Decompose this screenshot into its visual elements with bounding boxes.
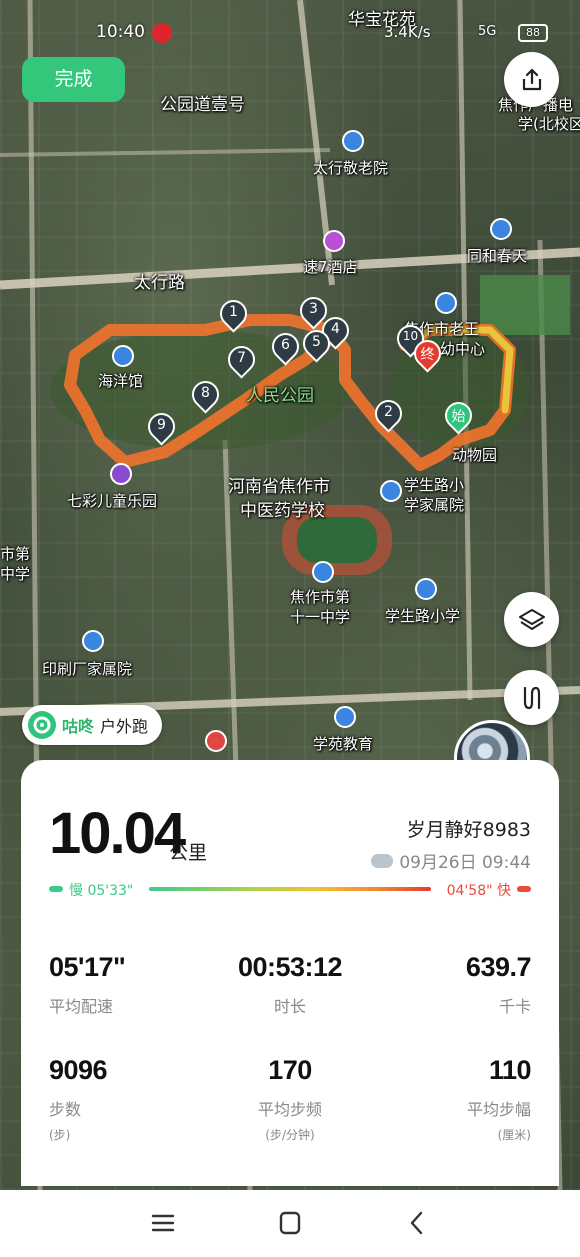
poi-playground-icon[interactable]	[110, 463, 132, 485]
share-icon	[522, 68, 541, 90]
username: 岁月静好8983	[406, 819, 531, 841]
home-icon[interactable]	[275, 1210, 305, 1236]
stat-label: 千卡	[498, 997, 531, 1016]
map-label-printing: 印刷厂家属院	[42, 660, 133, 678]
map-label-broadcast-2: 学(北校区	[518, 115, 580, 133]
slow-pace-swatch	[49, 886, 63, 892]
share-button[interactable]	[504, 52, 559, 107]
pace-fast-label: 04'58" 快	[446, 883, 511, 899]
brand-name: 咕咚	[62, 717, 95, 736]
map-label-xuesheng-primary: 学生路小学	[385, 607, 461, 625]
stat-label: 平均配速	[49, 997, 114, 1016]
stat-value: 170	[268, 1055, 312, 1085]
route-marker-1[interactable]: 1	[214, 294, 253, 334]
stat-value: 05'17"	[49, 952, 126, 982]
stat-steps: 9096 步数 (步)	[49, 1055, 219, 1143]
status-time: 10:40	[96, 22, 145, 42]
map-label-xuesheng-2: 学家属院	[404, 496, 465, 514]
stat-label: 平均步幅	[466, 1100, 531, 1119]
poi-ocean-icon[interactable]	[112, 345, 134, 367]
run-summary-card: 10.04 公里 岁月静好8983 09月26日 09:44 慢 05'33" …	[21, 760, 559, 1186]
menu-icon[interactable]	[148, 1210, 178, 1236]
net-speed: 3.4K/s	[384, 23, 431, 41]
done-button[interactable]: 完成	[22, 57, 125, 102]
poi-hotel-icon[interactable]	[323, 230, 345, 252]
map-label-tonghe: 同和春天	[467, 247, 528, 265]
stat-label: 平均步频	[257, 1100, 322, 1119]
poi-hospital-icon[interactable]	[205, 730, 227, 752]
map-label-taihang-road: 太行路	[134, 273, 185, 293]
codoon-logo-icon	[28, 711, 56, 739]
poi-school-11-icon[interactable]	[312, 561, 334, 583]
signal-icon: 5G	[478, 24, 497, 39]
stat-cadence: 170 平均步频 (步/分钟)	[205, 1055, 375, 1143]
system-nav-bar	[0, 1190, 580, 1257]
date-time: 09月26日 09:44	[399, 853, 531, 873]
route-marker-2[interactable]: 2	[369, 394, 408, 434]
map-label-xuesheng-1: 学生路小	[404, 476, 465, 494]
pace-curve-button[interactable]	[504, 670, 559, 725]
start-marker[interactable]: 始	[439, 396, 478, 436]
poi-printing-icon[interactable]	[82, 630, 104, 652]
stat-label: 时长	[273, 997, 306, 1016]
stat-stride: 110 平均步幅 (厘米)	[361, 1055, 532, 1143]
route-marker-5[interactable]: 5	[297, 324, 336, 364]
poi-xuesheng-icon[interactable]	[380, 480, 402, 502]
map-label-school-pre: 幼中心	[440, 340, 486, 358]
map-label-gongyuan: 公园道壹号	[160, 95, 245, 115]
route-marker-8[interactable]: 8	[186, 375, 225, 415]
brand-badge: 咕咚 户外跑	[22, 705, 163, 745]
activity-type: 户外跑	[100, 717, 149, 736]
netease-music-icon	[152, 23, 172, 43]
poi-primary-school-icon[interactable]	[415, 578, 437, 600]
map-label-hotel: 速7酒店	[303, 258, 358, 276]
pace-gradient	[149, 887, 431, 891]
stat-value: 9096	[49, 1055, 108, 1085]
map-label-ocean: 海洋馆	[98, 372, 144, 390]
map-label-left-school-2: 中学	[0, 565, 31, 583]
poi-zoo-icon[interactable]	[435, 292, 457, 314]
map-label-jiaozuo-11-1: 焦作市第	[290, 588, 351, 606]
end-marker[interactable]: 终	[408, 334, 447, 374]
map-label-hospital-school-2: 中医药学校	[240, 501, 325, 521]
distance-unit: 公里	[169, 842, 208, 864]
stat-value: 639.7	[465, 952, 532, 982]
pace-slow-label: 慢 05'33"	[69, 883, 134, 899]
poi-xueyuan-icon[interactable]	[334, 706, 356, 728]
stat-unit: (步/分钟)	[265, 1128, 315, 1142]
fast-pace-swatch	[517, 886, 531, 892]
weather-cloudy-icon	[371, 853, 394, 868]
battery-icon: 88	[518, 24, 548, 42]
map-label-hospital-school-1: 河南省焦作市	[228, 477, 330, 497]
map-label-people-park: 人民公园	[246, 386, 314, 406]
route-marker-6[interactable]: 6	[266, 327, 305, 367]
poi-elder-home-icon[interactable]	[342, 130, 364, 152]
status-bar: 10:40 3.4K/s 5G 88	[0, 20, 580, 46]
layers-icon	[518, 608, 545, 630]
stat-unit: (步)	[49, 1128, 71, 1142]
stat-label: 步数	[49, 1100, 82, 1119]
stat-value: 110	[488, 1055, 532, 1085]
map-layers-button[interactable]	[504, 592, 559, 647]
pace-legend: 慢 05'33" 04'58" 快	[49, 882, 531, 899]
date-row: 09月26日 09:44	[371, 848, 531, 873]
poi-residence-icon[interactable]	[490, 218, 512, 240]
stat-duration: 00:53:12 时长	[205, 952, 375, 1017]
stat-avg-pace: 05'17" 平均配速	[49, 952, 219, 1017]
route-marker-7[interactable]: 7	[222, 340, 261, 380]
back-icon[interactable]	[402, 1210, 432, 1236]
map-label-left-school-1: 市第	[0, 545, 31, 563]
map-label-zoo-tail: 动物园	[452, 446, 498, 464]
distance-value: 10.04	[49, 801, 186, 866]
stat-unit: (厘米)	[497, 1128, 531, 1142]
map-label-taihang-elder: 太行敬老院	[313, 159, 389, 177]
stat-calories: 639.7 千卡	[361, 952, 532, 1017]
pace-curve-icon	[523, 686, 540, 709]
map-label-xueyuan: 学苑教育	[313, 735, 374, 753]
stat-value: 00:53:12	[237, 952, 343, 982]
route-marker-9[interactable]: 9	[142, 407, 181, 447]
map-label-qicai: 七彩儿童乐园	[67, 492, 158, 510]
map-label-jiaozuo-11-2: 十一中学	[290, 608, 351, 626]
